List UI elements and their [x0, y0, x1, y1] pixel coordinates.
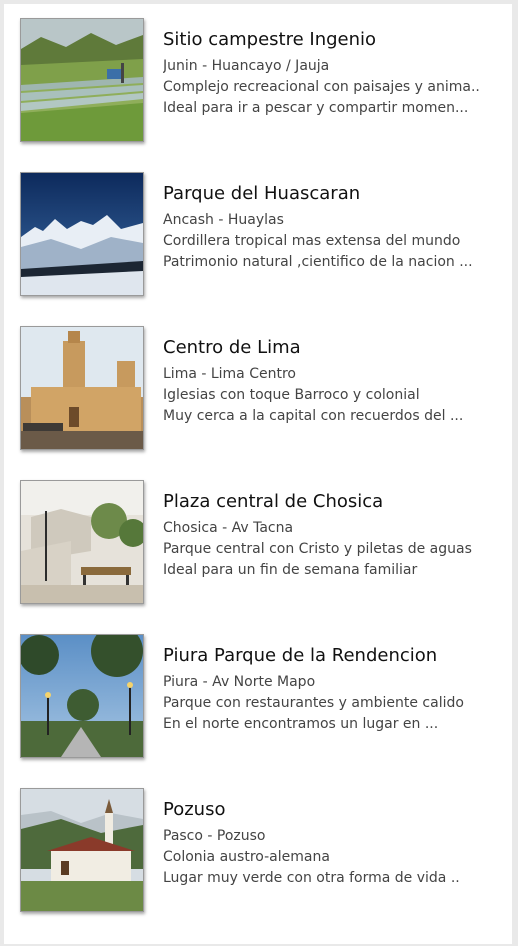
evening-park-trees-image [21, 635, 143, 757]
colonial-cathedral-image [21, 327, 143, 449]
place-location: Chosica - Av Tacna [163, 520, 294, 536]
place-item-piura[interactable]: Piura Parque de la Rendencion Piura - Av… [4, 620, 512, 760]
place-description-line2: Lugar muy verde con otra forma de vida .… [163, 870, 460, 886]
place-description-line2: Patrimonio natural ,cientifico de la nac… [163, 254, 473, 270]
place-info: Parque del Huascaran Ancash - Huaylas Co… [163, 182, 503, 273]
park-stairs-bench-image [21, 481, 143, 603]
places-list-panel: Sitio campestre Ingenio Junin - Huancayo… [4, 4, 512, 944]
place-thumbnail [20, 326, 144, 450]
place-description-line1: Parque con restaurantes y ambiente calid… [163, 695, 464, 711]
snowy-mountains-image [21, 173, 143, 295]
place-description-line2: En el norte encontramos un lugar en ... [163, 716, 439, 732]
place-description-line1: Parque central con Cristo y piletas de a… [163, 541, 472, 557]
place-location: Lima - Lima Centro [163, 366, 296, 382]
place-title: Piura Parque de la Rendencion [163, 645, 438, 666]
mountain-chapel-image [21, 789, 143, 911]
place-title: Centro de Lima [163, 337, 301, 358]
place-thumbnail [20, 634, 144, 758]
trout-farm-landscape-image [21, 19, 143, 141]
place-description-line1: Iglesias con toque Barroco y colonial [163, 387, 420, 403]
place-description-line1: Cordillera tropical mas extensa del mund… [163, 233, 461, 249]
place-item-pozuso[interactable]: Pozuso Pasco - Pozuso Colonia austro-ale… [4, 774, 512, 914]
place-info: Plaza central de Chosica Chosica - Av Ta… [163, 490, 503, 581]
place-title: Pozuso [163, 799, 226, 820]
place-description-line2: Ideal para ir a pescar y compartir momen… [163, 100, 469, 116]
place-thumbnail [20, 480, 144, 604]
place-title: Plaza central de Chosica [163, 491, 384, 512]
place-location: Pasco - Pozuso [163, 828, 266, 844]
place-description-line1: Complejo recreacional con paisajes y ani… [163, 79, 480, 95]
place-info: Centro de Lima Lima - Lima Centro Iglesi… [163, 336, 503, 427]
place-item-ingenio[interactable]: Sitio campestre Ingenio Junin - Huancayo… [4, 4, 512, 144]
place-thumbnail [20, 788, 144, 912]
place-description-line2: Ideal para un fin de semana familiar [163, 562, 418, 578]
place-item-chosica[interactable]: Plaza central de Chosica Chosica - Av Ta… [4, 466, 512, 606]
place-thumbnail [20, 172, 144, 296]
place-item-huascaran[interactable]: Parque del Huascaran Ancash - Huaylas Co… [4, 158, 512, 298]
place-info: Sitio campestre Ingenio Junin - Huancayo… [163, 28, 503, 119]
place-thumbnail [20, 18, 144, 142]
place-info: Piura Parque de la Rendencion Piura - Av… [163, 644, 503, 735]
place-item-centro-lima[interactable]: Centro de Lima Lima - Lima Centro Iglesi… [4, 312, 512, 452]
place-location: Junin - Huancayo / Jauja [163, 58, 330, 74]
place-location: Ancash - Huaylas [163, 212, 284, 228]
place-description-line2: Muy cerca a la capital con recuerdos del… [163, 408, 464, 424]
place-title: Parque del Huascaran [163, 183, 361, 204]
place-location: Piura - Av Norte Mapo [163, 674, 316, 690]
place-title: Sitio campestre Ingenio [163, 29, 377, 50]
place-description-line1: Colonia austro-alemana [163, 849, 330, 865]
place-info: Pozuso Pasco - Pozuso Colonia austro-ale… [163, 798, 503, 889]
